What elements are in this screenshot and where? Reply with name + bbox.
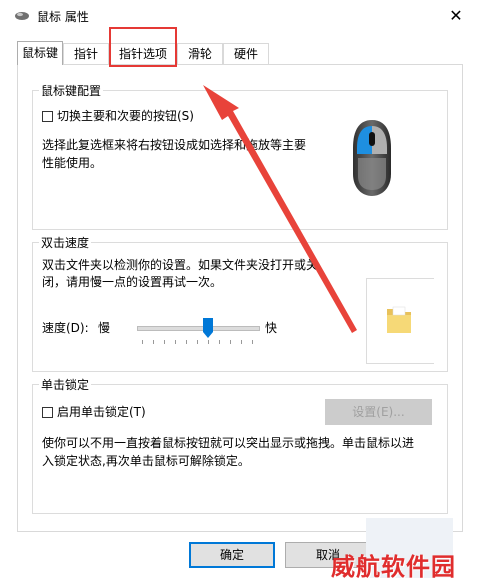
watermark-text: 威航软件园	[331, 553, 456, 581]
tab-mouse-buttons[interactable]: 鼠标键	[17, 41, 63, 65]
annotation-arrow	[203, 85, 357, 333]
